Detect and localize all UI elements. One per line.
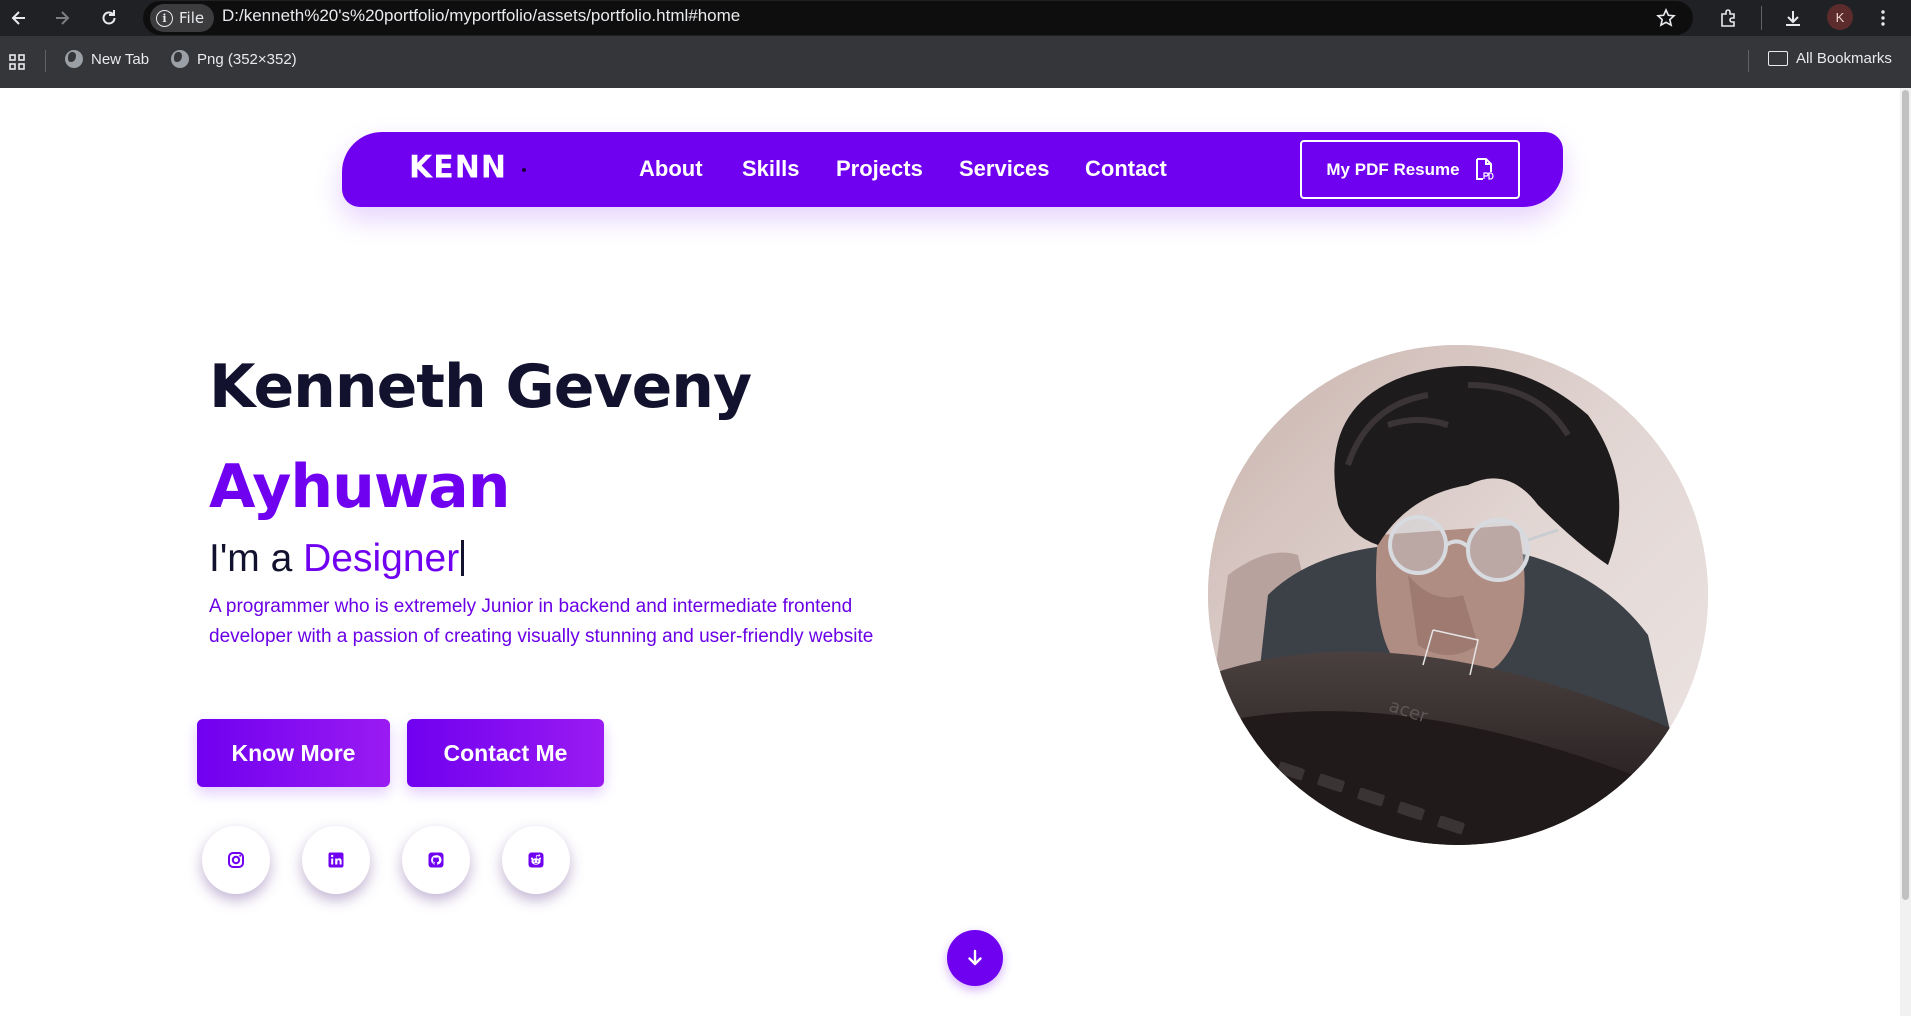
info-icon: i — [156, 9, 173, 27]
github-icon — [428, 852, 444, 868]
all-bookmarks-button[interactable]: All Bookmarks — [1768, 50, 1892, 67]
extensions-icon[interactable] — [1713, 3, 1743, 33]
star-icon[interactable] — [1651, 3, 1681, 33]
reload-icon[interactable] — [94, 3, 124, 33]
more-menu-icon[interactable] — [1868, 3, 1898, 33]
globe-icon — [171, 50, 189, 68]
bookmark-label: Png (352×352) — [197, 50, 297, 68]
globe-icon — [65, 50, 83, 68]
typed-role-line: I'm a Designer — [209, 537, 465, 581]
bookmarks-divider — [1748, 50, 1749, 72]
bookmarks-divider — [45, 50, 46, 72]
pdf-resume-label: My PDF Resume — [1326, 159, 1460, 179]
apps-grid-icon[interactable] — [2, 47, 32, 77]
hero-last-name: Ayhuwan — [209, 452, 510, 522]
back-icon[interactable] — [4, 3, 34, 33]
nav-link-skills[interactable]: Skills — [742, 156, 799, 182]
all-bookmarks-label: All Bookmarks — [1796, 50, 1892, 67]
typing-caret — [461, 540, 465, 576]
site-logo[interactable]: KENN — [409, 149, 507, 186]
forward-icon[interactable] — [47, 3, 77, 33]
pdf-resume-button[interactable]: My PDF Resume — [1300, 140, 1520, 199]
know-more-button[interactable]: Know More — [197, 719, 390, 787]
download-icon[interactable] — [1778, 3, 1808, 33]
folder-icon — [1768, 51, 1788, 66]
nav-link-services[interactable]: Services — [959, 156, 1050, 182]
hero-description: A programmer who is extremely Junior in … — [209, 596, 874, 647]
reddit-icon — [528, 852, 544, 868]
linkedin-link[interactable] — [302, 826, 370, 894]
nav-link-contact[interactable]: Contact — [1085, 156, 1167, 182]
instagram-link[interactable] — [202, 826, 270, 894]
url-scheme-label: File — [179, 9, 205, 27]
typed-role-word: Designer — [303, 537, 460, 580]
pdf-file-icon — [1474, 157, 1494, 182]
arrow-down-icon — [968, 949, 982, 966]
linkedin-icon — [328, 852, 344, 868]
github-link[interactable] — [402, 826, 470, 894]
toolbar-divider — [1761, 6, 1762, 30]
url-text[interactable]: D:/kenneth%20's%20portfolio/myportfolio/… — [222, 6, 740, 26]
bookmark-new-tab[interactable]: New Tab — [65, 50, 149, 68]
nav-link-projects[interactable]: Projects — [836, 156, 923, 182]
bookmark-png[interactable]: Png (352×352) — [171, 50, 297, 68]
profile-avatar[interactable]: K — [1827, 4, 1853, 30]
hero-first-name: Kenneth Geveny — [209, 352, 752, 422]
scrollbar-thumb[interactable] — [1902, 90, 1909, 900]
nav-link-about[interactable]: About — [639, 156, 703, 182]
bookmark-label: New Tab — [91, 50, 150, 68]
instagram-icon — [228, 852, 244, 868]
site-info-chip[interactable]: i File — [150, 4, 215, 32]
logo-dot — [522, 168, 526, 172]
scroll-down-button[interactable] — [947, 930, 1003, 986]
typed-prefix: I'm a — [209, 537, 304, 580]
profile-photo: acer — [1208, 345, 1708, 845]
reddit-link[interactable] — [502, 826, 570, 894]
contact-me-button[interactable]: Contact Me — [407, 719, 604, 787]
